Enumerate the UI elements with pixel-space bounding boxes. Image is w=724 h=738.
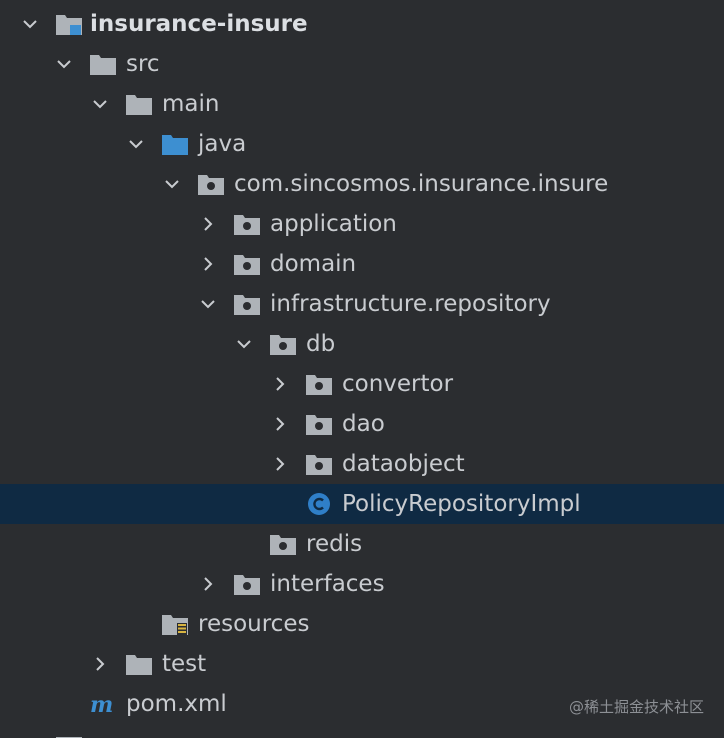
folder-icon: [88, 44, 118, 84]
tree-row-src[interactable]: src: [0, 44, 724, 84]
chevron-down-icon[interactable]: [232, 324, 256, 364]
chevron-right-icon[interactable]: [268, 444, 292, 484]
chevron-down-icon[interactable]: [52, 44, 76, 84]
module-folder-icon: [54, 4, 84, 44]
tree-row-main[interactable]: main: [0, 84, 724, 124]
folder-icon: [124, 644, 154, 684]
tree-row-infrastructure-repository[interactable]: infrastructure.repository: [0, 284, 724, 324]
tree-label: dataobject: [342, 451, 465, 477]
package-icon: [304, 364, 334, 404]
tree-label: redis: [306, 531, 363, 557]
tree-row-package[interactable]: com.sincosmos.insurance.insure: [0, 164, 724, 204]
tree-label: domain: [270, 251, 357, 277]
tree-label: resources: [198, 611, 310, 637]
tree-label: infrastructure.repository: [270, 291, 551, 317]
tree-row-application[interactable]: application: [0, 204, 724, 244]
tree-label: application: [270, 211, 397, 237]
chevron-right-icon[interactable]: [196, 564, 220, 604]
tree-row-db[interactable]: db: [0, 324, 724, 364]
svg-text:m: m: [90, 692, 113, 716]
package-icon: [304, 404, 334, 444]
package-icon: [268, 524, 298, 564]
package-icon: [304, 444, 334, 484]
tree-row-convertor[interactable]: convertor: [0, 364, 724, 404]
tree-row-insurance-insure[interactable]: insurance-insure: [0, 4, 724, 44]
tree-label: test: [162, 651, 207, 677]
tree-label: db: [306, 331, 336, 357]
chevron-right-icon[interactable]: [196, 244, 220, 284]
tree-row-dao[interactable]: dao: [0, 404, 724, 444]
source-root-folder-icon: [160, 124, 190, 164]
tree-label: interfaces: [270, 571, 385, 597]
package-icon: [196, 164, 226, 204]
class-icon: [304, 484, 334, 524]
tree-label: convertor: [342, 371, 454, 397]
chevron-right-icon[interactable]: [88, 644, 112, 684]
tree-row-java[interactable]: java: [0, 124, 724, 164]
tree-label: src: [126, 51, 160, 77]
tree-label: main: [162, 91, 220, 117]
tree-label: insurance-insure: [90, 11, 308, 37]
chevron-down-icon[interactable]: [124, 124, 148, 164]
project-tree: insurance-insure src main java com.sinco…: [0, 0, 724, 738]
chevron-right-icon[interactable]: [268, 364, 292, 404]
package-icon: [232, 284, 262, 324]
tree-row-test[interactable]: test: [0, 644, 724, 684]
chevron-right-icon[interactable]: [268, 404, 292, 444]
chevron-down-icon[interactable]: [196, 284, 220, 324]
chevron-down-icon[interactable]: [88, 84, 112, 124]
tree-row-interfaces[interactable]: interfaces: [0, 564, 724, 604]
tree-row-domain[interactable]: domain: [0, 244, 724, 284]
package-icon: [268, 324, 298, 364]
tree-row-dataobject[interactable]: dataobject: [0, 444, 724, 484]
tree-row-policy-repository-impl[interactable]: PolicyRepositoryImpl: [0, 484, 724, 524]
package-icon: [232, 204, 262, 244]
tree-label: pom.xml: [126, 691, 227, 717]
watermark: @稀土掘金技术社区: [568, 698, 704, 716]
tree-label: PolicyRepositoryImpl: [342, 491, 581, 517]
resources-folder-icon: [160, 604, 190, 644]
tree-row-redis[interactable]: redis: [0, 524, 724, 564]
tree-label: dao: [342, 411, 385, 437]
package-icon: [232, 564, 262, 604]
tree-row-resources[interactable]: resources: [0, 604, 724, 644]
chevron-down-icon[interactable]: [18, 4, 42, 44]
package-icon: [232, 244, 262, 284]
maven-icon: m: [88, 684, 118, 724]
folder-icon: [124, 84, 154, 124]
chevron-right-icon[interactable]: [196, 204, 220, 244]
tree-label: com.sincosmos.insurance.insure: [234, 171, 609, 197]
chevron-down-icon[interactable]: [160, 164, 184, 204]
tree-label: java: [198, 131, 247, 157]
partial-next-row: [0, 728, 724, 738]
